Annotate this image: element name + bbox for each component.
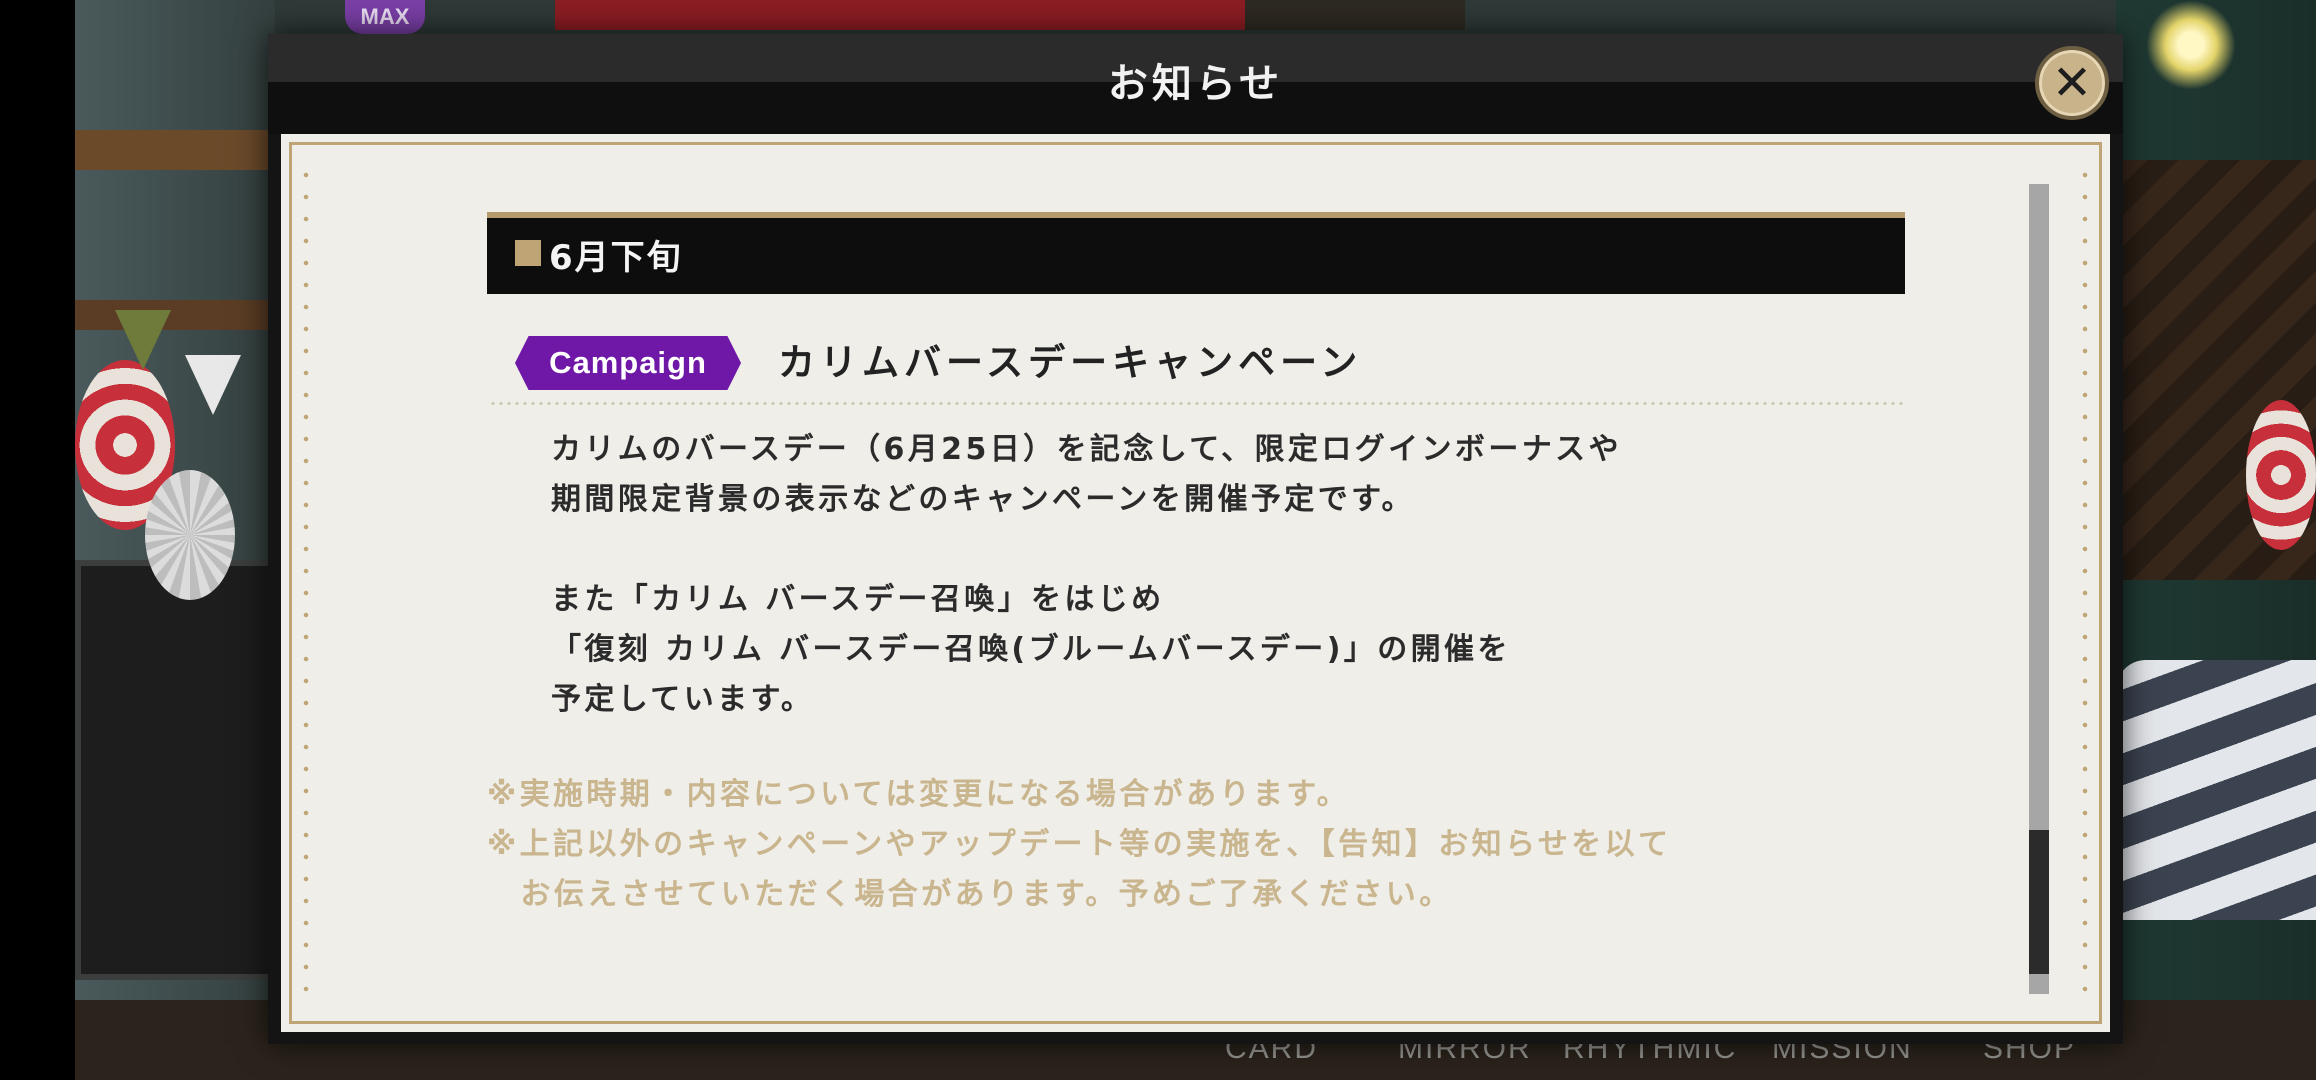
lamp bbox=[2146, 0, 2236, 90]
body-text: 予定しています。 bbox=[551, 682, 815, 717]
paper-fan-decoration bbox=[145, 470, 235, 600]
bunting-flag bbox=[115, 310, 171, 370]
notice-content: 6月下旬 Campaign カリムバースデーキャンペーン カリムのバースデー（6… bbox=[281, 134, 2110, 1032]
notice-dialog: お知らせ ✕ 6月下旬 Campaign カリムバースデーキャンペーン カリムの… bbox=[268, 34, 2123, 1044]
body-text: カリムのバースデー（6月25日）を記念して、限定ログインボーナスや bbox=[551, 432, 1622, 467]
body-text: また「カリム バースデー召喚」をはじめ bbox=[551, 582, 1165, 617]
fireplace bbox=[75, 560, 275, 980]
square-bullet-icon bbox=[515, 240, 541, 266]
dotted-separator bbox=[489, 402, 1907, 405]
section-header: 6月下旬 bbox=[487, 212, 1905, 294]
top-decoration-right bbox=[1245, 0, 1465, 30]
bunting-flag bbox=[185, 355, 241, 415]
dialog-title: お知らせ bbox=[1107, 61, 1284, 107]
note-text: お伝えさせていただく場合があります。予めご了承ください。 bbox=[487, 877, 1453, 912]
shelf bbox=[75, 130, 275, 170]
shelf-lower bbox=[75, 300, 275, 330]
body-text: 期間限定背景の表示などのキャンペーンを開催予定です。 bbox=[551, 482, 1415, 517]
striped-sofa bbox=[2116, 660, 2316, 920]
scrollbar-thumb[interactable] bbox=[2029, 830, 2049, 974]
section-header-label: 6月下旬 bbox=[549, 238, 683, 278]
note-text: ※実施時期・内容については変更になる場合があります。 bbox=[487, 777, 1351, 812]
close-icon: ✕ bbox=[2051, 55, 2093, 111]
dialog-header: お知らせ ✕ bbox=[268, 34, 2123, 134]
note-text: ※上記以外のキャンペーンやアップデート等の実施を、【告知】お知らせを以て bbox=[487, 827, 1672, 862]
campaign-badge: Campaign bbox=[515, 336, 741, 390]
max-badge: MAX bbox=[345, 0, 425, 34]
close-button[interactable]: ✕ bbox=[2035, 46, 2109, 120]
notice-paper[interactable]: 6月下旬 Campaign カリムバースデーキャンペーン カリムのバースデー（6… bbox=[281, 134, 2110, 1032]
body-text: 「復刻 カリム バースデー召喚(ブルームバースデー)」の開催を bbox=[551, 632, 1511, 667]
notice-item-title: カリムバースデーキャンペーン bbox=[778, 341, 1363, 384]
top-decoration bbox=[555, 0, 1275, 30]
target-decoration-right bbox=[2246, 400, 2316, 550]
